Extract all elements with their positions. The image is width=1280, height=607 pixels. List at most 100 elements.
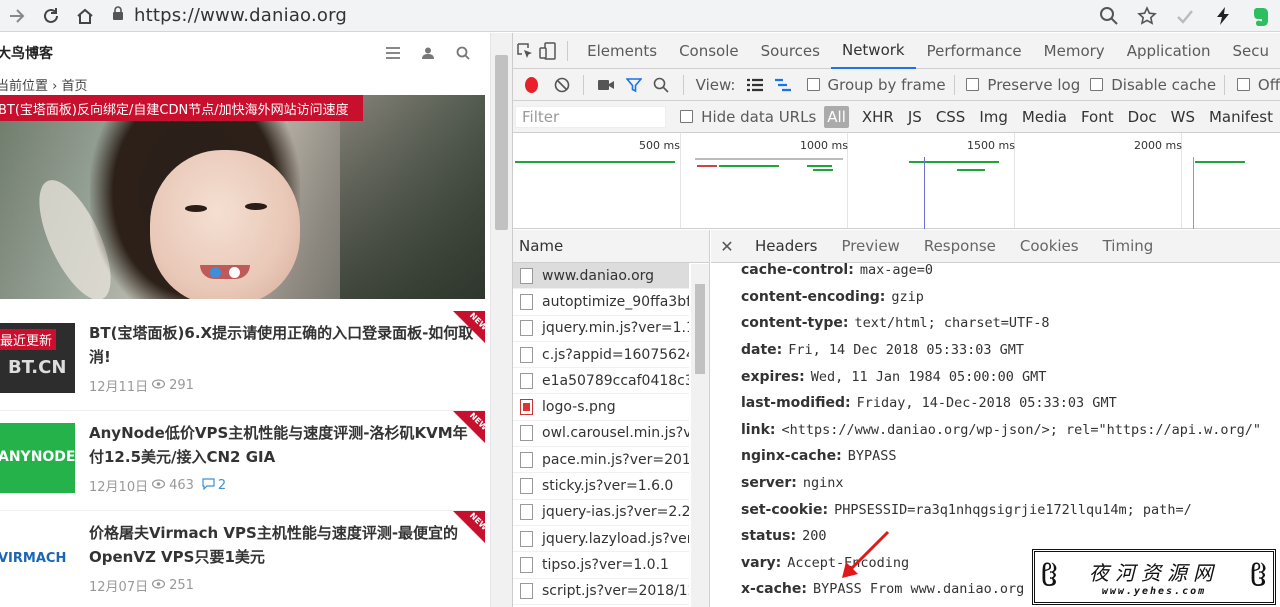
filter-funnel-icon[interactable] <box>620 69 648 101</box>
new-badge-label: NEW <box>467 311 485 333</box>
type-filter-img[interactable]: Img <box>972 106 1015 128</box>
list-view-icon[interactable] <box>741 69 769 101</box>
url-text[interactable]: https://www.daniao.org <box>134 5 347 26</box>
lightning-extension-icon[interactable] <box>1204 0 1242 32</box>
request-row[interactable]: pace.min.js?ver=2018/... <box>513 447 689 474</box>
type-filter-all[interactable]: All <box>824 105 849 128</box>
tab-console[interactable]: Console <box>668 33 750 69</box>
type-filter-js[interactable]: JS <box>901 106 929 128</box>
tab-headers[interactable]: Headers <box>743 237 829 255</box>
zoom-icon[interactable] <box>1090 0 1128 32</box>
name-column-header[interactable]: Name <box>513 230 709 263</box>
request-row[interactable]: e1a50789ccaf0418c30... <box>513 368 689 395</box>
checkbox-box[interactable] <box>806 78 820 91</box>
slider-dot-active[interactable] <box>210 267 221 278</box>
request-row[interactable]: jquery-ias.js?ver=2.2.1 <box>513 500 689 526</box>
timeline-label: 1000 ms <box>800 139 848 152</box>
filter-input[interactable]: Filter <box>515 105 667 128</box>
request-row[interactable]: c.js?appid=160756241... <box>513 342 689 369</box>
checkbox-box[interactable] <box>1236 78 1250 91</box>
request-row[interactable]: www.daniao.org <box>513 263 689 290</box>
request-list-scrollbar[interactable] <box>691 264 709 607</box>
tab-cookies[interactable]: Cookies <box>1008 237 1091 255</box>
request-row[interactable]: sticky.js?ver=1.6.0 <box>513 473 689 500</box>
tab-application[interactable]: Application <box>1116 33 1222 69</box>
list-item[interactable]: 最近更新 BT.CN BT(宝塔面板)6.X提示请使用正确的入口登录面板-如何取… <box>0 311 485 411</box>
type-filter-ws[interactable]: WS <box>1164 106 1202 128</box>
breadcrumb-text[interactable]: 当前位置 › 首页 <box>0 75 87 94</box>
search-icon[interactable] <box>456 46 470 60</box>
request-row[interactable]: tipso.js?ver=1.0.1 <box>513 552 689 579</box>
file-icon <box>520 583 533 600</box>
checkbox-box[interactable] <box>966 78 980 91</box>
type-filter-css[interactable]: CSS <box>929 106 973 128</box>
network-overview-timeline[interactable]: 500 ms 1000 ms 1500 ms 2000 ms <box>513 133 1280 229</box>
tab-sources[interactable]: Sources <box>750 33 831 69</box>
new-badge-label: NEW <box>467 411 485 433</box>
check-extension-icon[interactable] <box>1166 0 1204 32</box>
hero-slider[interactable]: BT(宝塔面板)反向绑定/自建CDN节点/加快海外网站访问速度 <box>0 95 485 299</box>
tab-preview[interactable]: Preview <box>829 237 911 255</box>
request-row[interactable]: script.js?ver=2018/12/... <box>513 579 689 605</box>
preserve-log-checkbox[interactable]: Preserve log <box>966 76 1080 94</box>
menu-icon[interactable] <box>386 47 400 59</box>
tab-timing[interactable]: Timing <box>1091 237 1166 255</box>
request-row[interactable]: owl.carousel.min.js?ver... <box>513 421 689 448</box>
tab-memory[interactable]: Memory <box>1033 33 1116 69</box>
close-icon[interactable]: ✕ <box>711 237 743 256</box>
clear-icon[interactable] <box>548 69 576 101</box>
slider-dot[interactable] <box>229 267 240 278</box>
type-filter-doc[interactable]: Doc <box>1121 106 1164 128</box>
inspect-element-icon[interactable] <box>513 33 536 69</box>
tab-performance[interactable]: Performance <box>916 33 1033 69</box>
address-bar[interactable]: https://www.daniao.org <box>112 3 347 29</box>
header-key: link: <box>741 421 776 438</box>
post-title[interactable]: BT(宝塔面板)6.X提示请使用正确的入口登录面板-如何取消! <box>89 321 479 369</box>
checkbox-box[interactable] <box>680 110 694 123</box>
request-row[interactable]: jquery.lazyload.js?ver=... <box>513 526 689 553</box>
hide-data-urls-checkbox[interactable]: Hide data URLs <box>680 108 816 126</box>
list-item[interactable]: ANYNODE AnyNode低价VPS主机性能与速度评测-洛杉矶KVM年付12… <box>0 411 485 511</box>
request-name: jquery.min.js?ver=1.10... <box>542 320 689 337</box>
post-thumbnail[interactable]: VIRMACH <box>0 523 75 593</box>
camera-icon[interactable] <box>592 69 620 101</box>
bookmark-star-icon[interactable] <box>1128 0 1166 32</box>
checkbox-box[interactable] <box>1090 78 1104 91</box>
page-scrollbar[interactable] <box>490 33 512 607</box>
device-toolbar-icon[interactable] <box>536 33 559 69</box>
forward-icon[interactable] <box>0 0 34 32</box>
disable-cache-checkbox[interactable]: Disable cache <box>1090 76 1216 94</box>
request-row[interactable]: logo-s.png <box>513 394 689 421</box>
offline-checkbox[interactable]: Off <box>1236 76 1280 94</box>
reload-icon[interactable] <box>34 0 68 32</box>
type-filter-xhr[interactable]: XHR <box>855 106 901 128</box>
timeline-label: 1500 ms <box>967 139 1015 152</box>
post-comments[interactable]: 2 <box>202 477 226 494</box>
post-title[interactable]: 价格屠夫Virmach VPS主机性能与速度评测-最便宜的OpenVZ VPS只… <box>89 521 479 569</box>
type-filter-manifest[interactable]: Manifest <box>1202 106 1280 128</box>
list-item[interactable]: VIRMACH 价格屠夫Virmach VPS主机性能与速度评测-最便宜的Ope… <box>0 511 485 607</box>
tab-network[interactable]: Network <box>830 33 916 69</box>
home-icon[interactable] <box>68 0 102 32</box>
page-scroll-thumb[interactable] <box>495 55 508 230</box>
group-by-frame-checkbox[interactable]: Group by frame <box>806 76 946 94</box>
record-button[interactable] <box>525 76 538 93</box>
tab-response[interactable]: Response <box>912 237 1008 255</box>
hero-caption[interactable]: BT(宝塔面板)反向绑定/自建CDN节点/加快海外网站访问速度 <box>0 95 363 121</box>
user-icon[interactable] <box>422 47 434 59</box>
post-title[interactable]: AnyNode低价VPS主机性能与速度评测-洛杉矶KVM年付12.5美元/接入C… <box>89 421 479 469</box>
post-thumbnail[interactable]: ANYNODE <box>0 423 75 493</box>
new-badge: NEW <box>453 411 485 443</box>
evernote-extension-icon[interactable] <box>1242 0 1280 32</box>
type-filter-font[interactable]: Font <box>1074 106 1121 128</box>
waterfall-view-icon[interactable] <box>769 69 797 101</box>
request-row[interactable]: jquery.min.js?ver=1.10... <box>513 316 689 342</box>
request-row[interactable]: autoptimize_90ffa3bf8... <box>513 289 689 316</box>
request-list-scroll-thumb[interactable] <box>695 284 705 374</box>
type-filter-media[interactable]: Media <box>1015 106 1074 128</box>
site-title[interactable]: 大鸟博客 <box>0 43 53 63</box>
search-icon[interactable] <box>647 69 675 101</box>
post-thumbnail[interactable]: 最近更新 BT.CN <box>0 323 75 393</box>
tab-elements[interactable]: Elements <box>576 33 668 69</box>
tab-security[interactable]: Secu <box>1222 33 1280 69</box>
